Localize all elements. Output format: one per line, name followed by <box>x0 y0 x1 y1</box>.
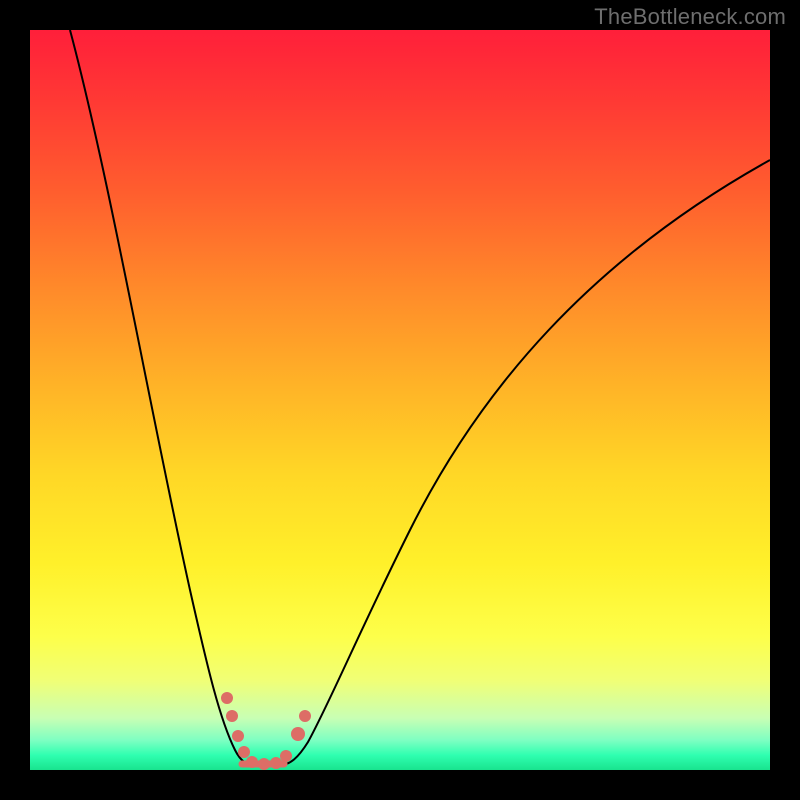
marker-dot <box>226 710 238 722</box>
left-curve-branch <box>70 30 253 765</box>
marker-dot <box>280 750 292 762</box>
marker-dot <box>238 746 250 758</box>
bottleneck-curve-svg <box>30 30 770 770</box>
marker-dot <box>291 727 305 741</box>
curve-markers <box>221 692 311 770</box>
marker-dot <box>299 710 311 722</box>
marker-dot <box>270 757 282 769</box>
chart-plot-area <box>30 30 770 770</box>
marker-dot <box>232 730 244 742</box>
marker-dot <box>258 758 270 770</box>
watermark-text: TheBottleneck.com <box>594 4 786 30</box>
marker-dot <box>221 692 233 704</box>
right-curve-branch <box>280 160 770 765</box>
marker-dot <box>246 756 258 768</box>
